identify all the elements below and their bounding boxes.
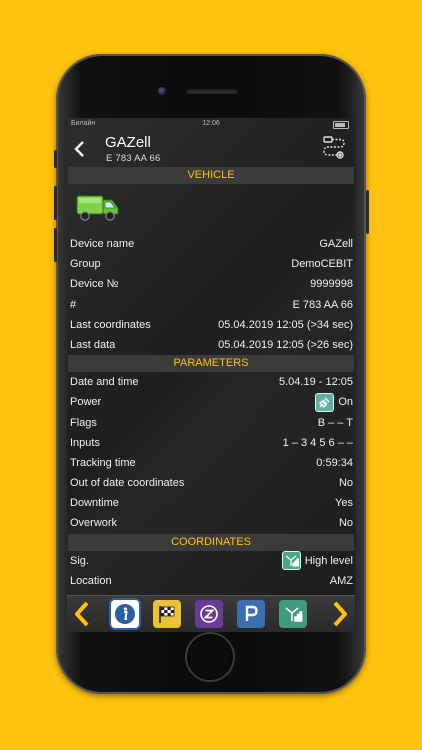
row-value-group: On	[315, 392, 353, 412]
section-header-coordinates: COORDINATES	[68, 533, 354, 551]
row-label: Out of date coordinates	[70, 477, 185, 490]
section-header-vehicle: VEHICLE	[68, 167, 354, 184]
clock: 12:06	[202, 120, 220, 127]
row-downtime: Downtime Yes	[67, 493, 355, 513]
status-bar: Билайн 12:06	[67, 118, 355, 129]
row-label: Device name	[70, 238, 135, 250]
earpiece-speaker	[186, 88, 238, 94]
row-value: 9999998	[310, 278, 353, 291]
volume-up-button	[54, 186, 57, 220]
arrow-right-icon[interactable]	[332, 601, 348, 627]
volume-down-button	[54, 228, 57, 262]
row-signal: Sig. High level	[67, 551, 355, 571]
row-label: Overwork	[70, 517, 118, 530]
row-label: Date and time	[70, 376, 139, 389]
row-value: GAZell	[319, 238, 353, 250]
row-group: Group DemoCEBIT	[67, 254, 355, 274]
row-device-name: Device name GAZell	[67, 234, 355, 254]
row-value: B – – T	[317, 416, 353, 429]
zones-tab[interactable]	[195, 600, 223, 628]
plug-icon	[315, 392, 335, 412]
row-tracking-time: Tracking time 0:59:34	[67, 453, 355, 473]
row-value: E 783 AA 66	[292, 298, 353, 311]
info-tab[interactable]	[111, 600, 139, 628]
row-value: AMZ	[329, 574, 353, 587]
vehicle-details: Device name GAZell Group DemoCEBIT Devic…	[67, 234, 355, 355]
events-tab[interactable]	[153, 600, 181, 628]
row-device-number: Device № 9999998	[67, 274, 355, 294]
device-title: GAZell	[105, 134, 151, 151]
row-value-group: High level	[281, 551, 353, 571]
row-value: DemoCEBIT	[291, 258, 353, 271]
row-value: Yes	[335, 497, 353, 510]
row-value: High level	[304, 554, 353, 567]
row-label: Device №	[70, 278, 119, 291]
row-value: 5.04.19 - 12:05	[278, 376, 353, 389]
chevron-left-icon[interactable]	[70, 139, 90, 159]
row-plate: # E 783 AA 66	[67, 295, 355, 315]
row-flags: Flags B – – T	[67, 413, 355, 433]
row-label: Group	[70, 258, 101, 271]
row-value: 05.04.2019 12:05 (>26 sec)	[218, 338, 353, 351]
row-overwork: Overwork No	[67, 513, 355, 533]
row-last-data: Last data 05.04.2019 12:05 (>26 sec)	[67, 335, 355, 355]
row-value: 05.04.2019 12:05 (>34 sec)	[218, 318, 353, 331]
app-screen: Билайн 12:06 GAZell E 783 AA 66 VEHICLE	[67, 118, 355, 632]
signal-tab[interactable]	[279, 600, 307, 628]
route-icon[interactable]	[321, 135, 347, 161]
antenna-icon	[281, 551, 301, 571]
power-button	[366, 190, 369, 234]
row-label: Power	[70, 396, 102, 409]
row-label: Downtime	[70, 497, 119, 510]
row-label: Last coordinates	[70, 318, 151, 331]
section-header-parameters: PARAMETERS	[68, 355, 354, 373]
row-value: 1 – 3 4 5 6 – –	[282, 436, 353, 449]
row-last-coordinates: Last coordinates 05.04.2019 12:05 (>34 s…	[67, 315, 355, 335]
arrow-left-icon[interactable]	[74, 601, 90, 627]
row-label: Last data	[70, 338, 116, 351]
front-camera	[158, 87, 166, 95]
home-button[interactable]	[187, 634, 233, 680]
bottom-toolbar	[67, 595, 355, 632]
row-location: Location AMZ	[67, 571, 355, 591]
row-label: #	[70, 298, 77, 311]
truck-icon	[75, 190, 121, 229]
coordinates-details: Sig. High level Location AMZ	[67, 551, 355, 591]
row-value: No	[338, 477, 353, 490]
row-label: Inputs	[70, 436, 100, 449]
mute-switch	[54, 150, 57, 168]
row-date-time: Date and time 5.04.19 - 12:05	[67, 372, 355, 392]
row-label: Sig.	[70, 554, 89, 567]
battery-icon	[333, 121, 349, 129]
row-value: No	[338, 517, 353, 530]
vehicle-image-area	[67, 184, 355, 234]
row-value: On	[338, 396, 353, 409]
row-value: 0:59:34	[316, 456, 353, 469]
nav-bar: GAZell E 783 AA 66	[67, 129, 355, 167]
device-plate: E 783 AA 66	[106, 153, 161, 164]
row-out-of-date: Out of date coordinates No	[67, 473, 355, 493]
row-label: Location	[70, 574, 112, 587]
row-inputs: Inputs 1 – 3 4 5 6 – –	[67, 433, 355, 453]
parameters-details: Date and time 5.04.19 - 12:05 Power On F…	[67, 372, 355, 534]
row-label: Tracking time	[70, 456, 136, 469]
row-label: Flags	[70, 416, 97, 429]
parking-tab[interactable]	[237, 600, 265, 628]
row-power: Power On	[67, 392, 355, 412]
